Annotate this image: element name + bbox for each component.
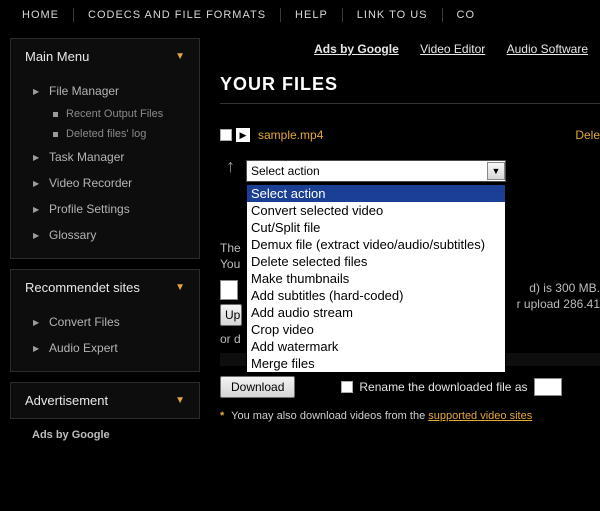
sidebar-item-label: Glossary [49, 228, 96, 242]
ads-by-google-label[interactable]: Ads by Google [314, 42, 399, 56]
option-merge-files[interactable]: Merge files [247, 355, 505, 372]
play-icon[interactable]: ▶ [236, 128, 250, 142]
download-button[interactable]: Download [220, 376, 295, 398]
option-add-watermark[interactable]: Add watermark [247, 338, 505, 355]
supported-sites-link[interactable]: supported video sites [428, 410, 532, 422]
dropdown-button-icon[interactable]: ▼ [487, 162, 505, 180]
triangle-icon: ▶ [33, 344, 39, 353]
option-make-thumbnails[interactable]: Make thumbnails [247, 270, 505, 287]
file-name-link[interactable]: sample.mp4 [258, 128, 323, 142]
sidebar-sub-label: Deleted files' log [66, 128, 146, 140]
chevron-down-icon: ▼ [175, 282, 185, 293]
sidebar-item-label: Convert Files [49, 315, 120, 329]
asterisk-icon: * [220, 410, 224, 422]
panel-title: Main Menu [25, 49, 89, 64]
triangle-icon: ▶ [33, 153, 39, 162]
sidebar-item-video-recorder[interactable]: ▶ Video Recorder [11, 170, 199, 196]
triangle-icon: ▶ [33, 231, 39, 240]
panel-title: Advertisement [25, 393, 108, 408]
triangle-icon: ▶ [33, 205, 39, 214]
panel-advertisement: Advertisement ▼ [10, 382, 200, 419]
sidebar-item-glossary[interactable]: ▶ Glossary [11, 222, 199, 248]
page-title: YOUR FILES [220, 74, 600, 104]
triangle-icon: ▶ [33, 179, 39, 188]
main-content: Ads by Google Video Editor Audio Softwar… [210, 30, 600, 441]
sidebar-item-file-manager[interactable]: ▶ File Manager [11, 78, 199, 104]
bullet-icon [53, 132, 58, 137]
nav-codecs[interactable]: CODECS AND FILE FORMATS [74, 8, 281, 22]
up-arrow-icon: ↑ [226, 156, 235, 177]
option-cut-split[interactable]: Cut/Split file [247, 219, 505, 236]
option-add-subtitles[interactable]: Add subtitles (hard-coded) [247, 287, 505, 304]
download-row: Download Rename the downloaded file as [220, 376, 600, 398]
panel-head-advertisement[interactable]: Advertisement ▼ [11, 383, 199, 418]
option-crop-video[interactable]: Crop video [247, 321, 505, 338]
panel-title: Recommendet sites [25, 280, 140, 295]
triangle-icon: ▶ [33, 318, 39, 327]
action-region: ↑ Select action ▼ Select action Convert … [220, 160, 600, 422]
select-display: Select action [251, 164, 320, 178]
sidebar-item-label: Video Recorder [49, 176, 132, 190]
action-dropdown: Select action Convert selected video Cut… [246, 184, 506, 373]
footnote: * You may also download videos from the … [220, 410, 600, 422]
action-select[interactable]: Select action ▼ [246, 160, 506, 182]
triangle-icon: ▶ [33, 87, 39, 96]
sidebar-item-convert-files[interactable]: ▶ Convert Files [11, 309, 199, 335]
nav-home[interactable]: HOME [8, 8, 74, 22]
nav-cut[interactable]: CO [443, 8, 476, 22]
option-convert-video[interactable]: Convert selected video [247, 202, 505, 219]
delete-link[interactable]: Dele [575, 128, 600, 142]
upload-path-input[interactable] [220, 280, 238, 300]
option-add-audio[interactable]: Add audio stream [247, 304, 505, 321]
nav-help[interactable]: HELP [281, 8, 343, 22]
sidebar-item-task-manager[interactable]: ▶ Task Manager [11, 144, 199, 170]
sidebar-sub-deleted-log[interactable]: Deleted files' log [11, 124, 199, 144]
rename-input[interactable] [534, 378, 562, 396]
top-nav: HOME CODECS AND FILE FORMATS HELP LINK T… [0, 0, 600, 30]
panel-main-menu: Main Menu ▼ ▶ File Manager Recent Output… [10, 38, 200, 259]
ads-links-row: Ads by Google Video Editor Audio Softwar… [220, 42, 600, 56]
mouse-cursor-icon: ➤ [580, 186, 599, 209]
nav-link-to-us[interactable]: LINK TO US [343, 8, 443, 22]
file-row: ▶ sample.mp4 Dele [220, 128, 600, 142]
option-demux[interactable]: Demux file (extract video/audio/subtitle… [247, 236, 505, 253]
link-audio-software[interactable]: Audio Software [507, 42, 588, 56]
sidebar-item-label: Audio Expert [49, 341, 118, 355]
file-checkbox[interactable] [220, 129, 232, 141]
sidebar-item-profile-settings[interactable]: ▶ Profile Settings [11, 196, 199, 222]
chevron-down-icon: ▼ [175, 395, 185, 406]
sidebar-item-label: Task Manager [49, 150, 124, 164]
chevron-down-icon: ▼ [175, 51, 185, 62]
ads-by-google-small[interactable]: Ads by Google [10, 429, 200, 441]
panel-head-main-menu[interactable]: Main Menu ▼ [11, 39, 199, 74]
rename-label: Rename the downloaded file as [359, 380, 527, 394]
sidebar-item-label: Profile Settings [49, 202, 130, 216]
panel-recommended: Recommendet sites ▼ ▶ Convert Files ▶ Au… [10, 269, 200, 372]
bullet-icon [53, 112, 58, 117]
panel-head-recommended[interactable]: Recommendet sites ▼ [11, 270, 199, 305]
link-video-editor[interactable]: Video Editor [420, 42, 485, 56]
sidebar-sub-recent-output[interactable]: Recent Output Files [11, 104, 199, 124]
sidebar-sub-label: Recent Output Files [66, 108, 163, 120]
sidebar: Main Menu ▼ ▶ File Manager Recent Output… [0, 30, 210, 441]
option-select-action[interactable]: Select action [247, 185, 505, 202]
upload-button[interactable]: Up [220, 304, 242, 326]
rename-checkbox[interactable] [341, 381, 353, 393]
sidebar-item-label: File Manager [49, 84, 119, 98]
option-delete-files[interactable]: Delete selected files [247, 253, 505, 270]
sidebar-item-audio-expert[interactable]: ▶ Audio Expert [11, 335, 199, 361]
